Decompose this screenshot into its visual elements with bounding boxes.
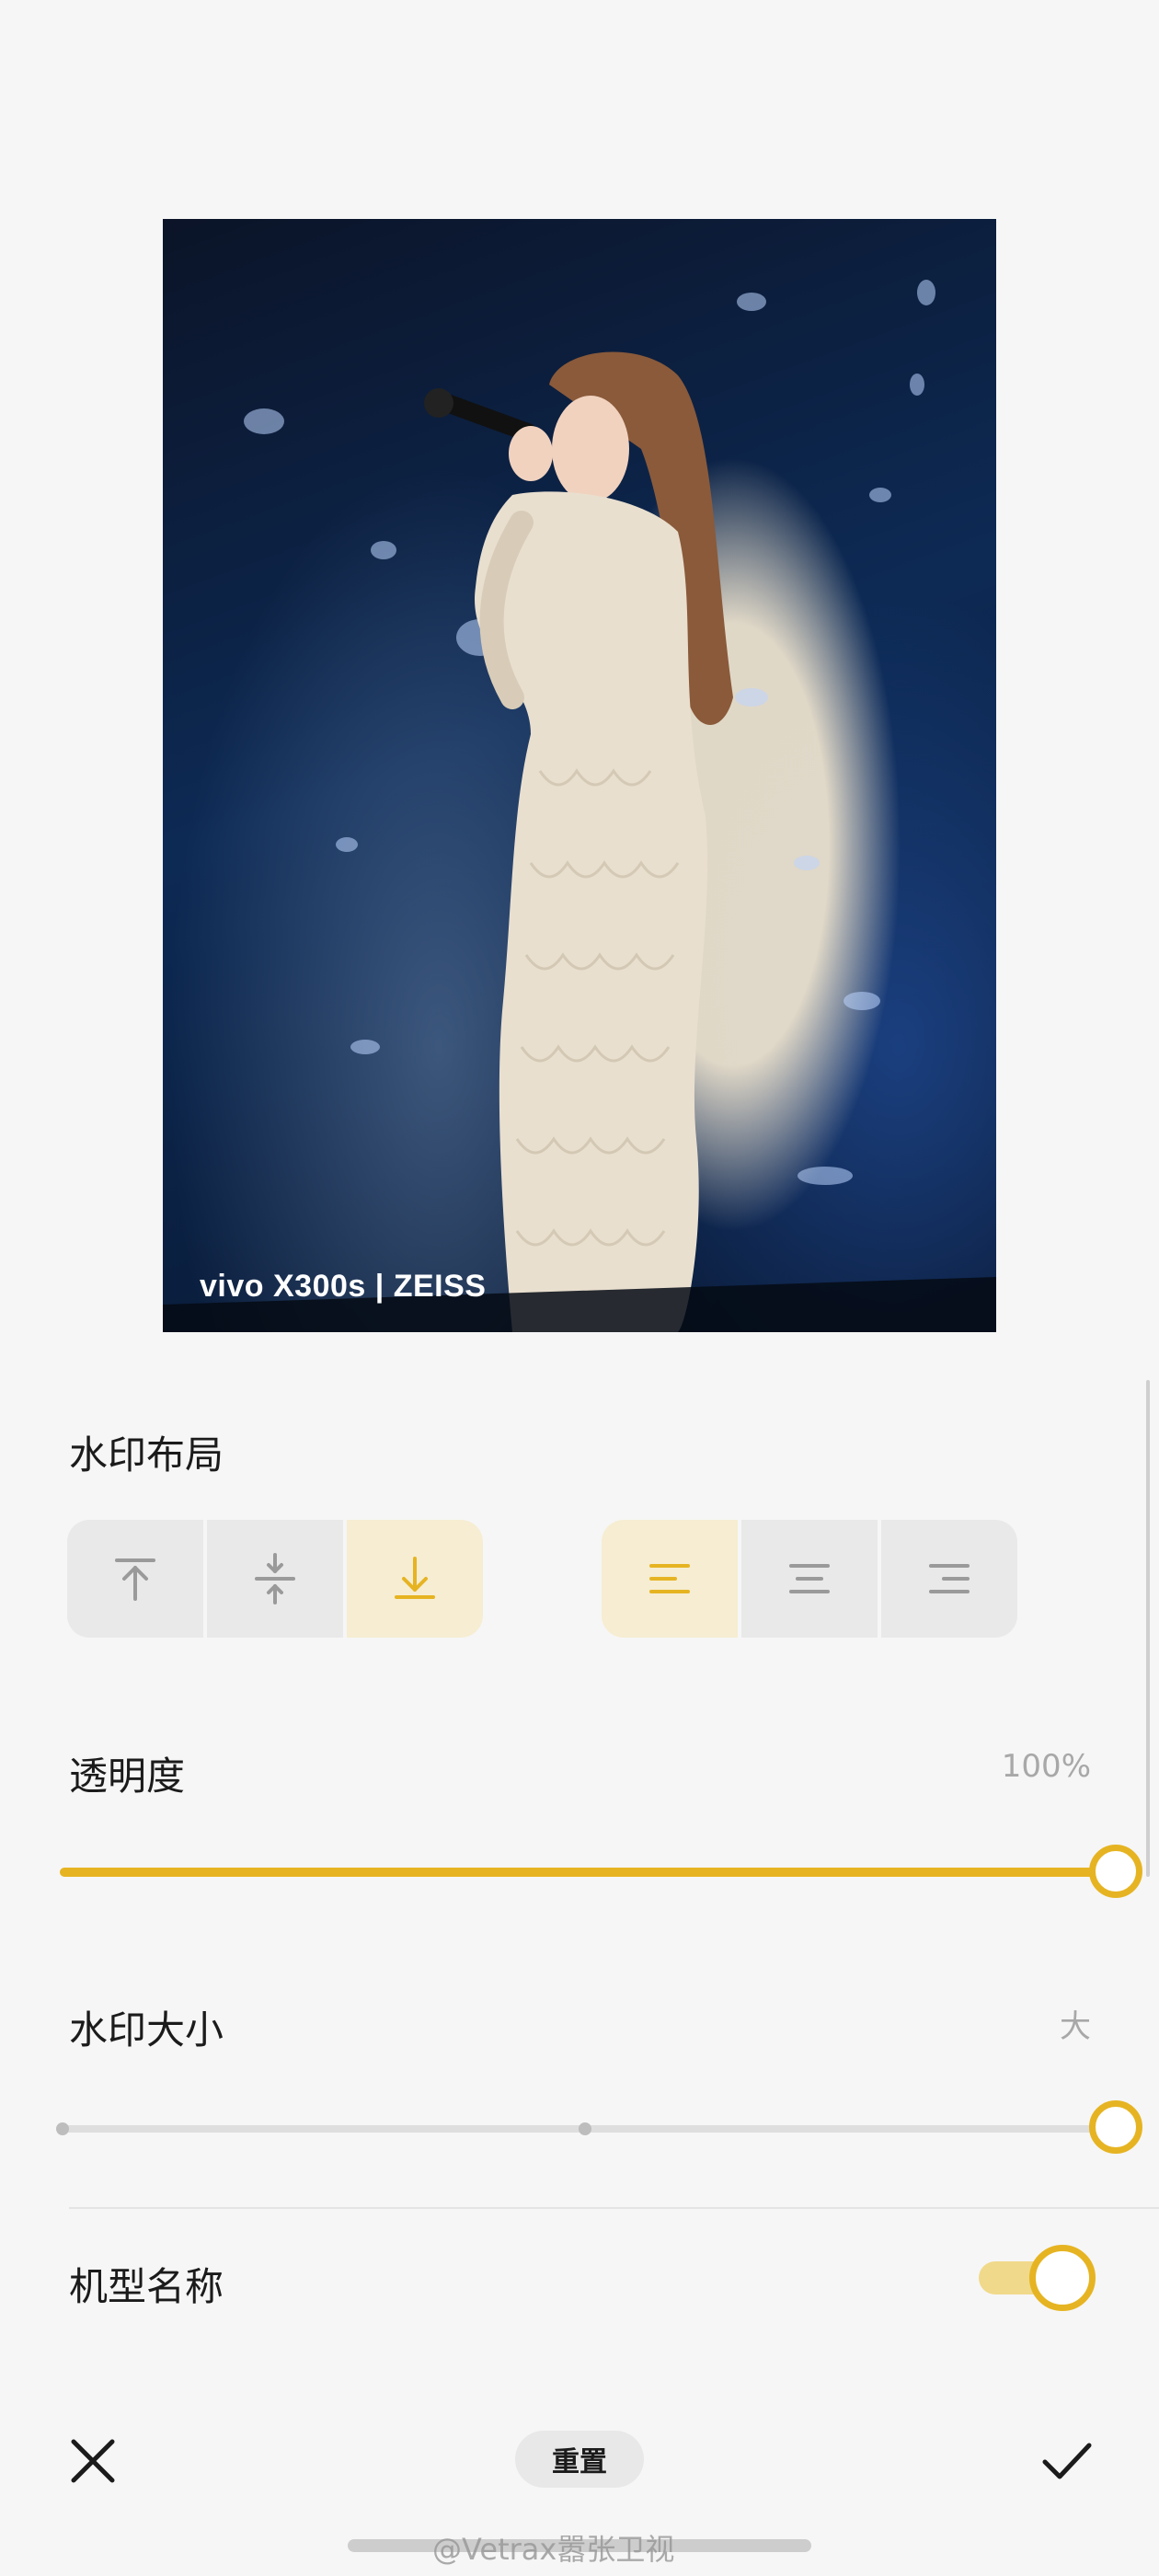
align-middle-button[interactable]	[207, 1520, 343, 1638]
watermark-credit: @Vetrax嚣张卫视	[432, 2532, 675, 2567]
reset-button[interactable]: 重置	[515, 2431, 644, 2488]
align-right-button[interactable]	[881, 1520, 1017, 1638]
text-align-right-icon	[929, 1564, 970, 1593]
horizontal-alignment-group	[602, 1520, 1017, 1638]
cancel-button[interactable]	[68, 2436, 118, 2486]
size-step-dot-small	[56, 2122, 69, 2135]
size-value: 大	[1060, 2008, 1091, 2045]
size-step-dot-medium	[579, 2122, 591, 2135]
confirm-button[interactable]	[1039, 2436, 1095, 2486]
watermark-text: vivo X300s | ZEISS	[200, 1269, 487, 1304]
model-name-toggle[interactable]	[979, 2245, 1096, 2311]
singer-illustration	[163, 280, 996, 1332]
align-bottom-button[interactable]	[347, 1520, 483, 1638]
text-align-center-icon	[789, 1564, 830, 1593]
size-slider-thumb[interactable]	[1089, 2100, 1142, 2154]
size-title: 水印大小	[69, 2007, 224, 2053]
opacity-slider-track[interactable]	[60, 1868, 1116, 1877]
align-left-button[interactable]	[602, 1520, 738, 1638]
scrollbar[interactable]	[1146, 1380, 1150, 1877]
align-center-button[interactable]	[741, 1520, 878, 1638]
text-align-left-icon	[649, 1564, 690, 1593]
align-top-button[interactable]	[67, 1520, 203, 1638]
align-bottom-icon	[395, 1557, 435, 1599]
align-top-icon	[115, 1558, 155, 1601]
photo-preview: vivo X300s | ZEISS	[163, 219, 996, 1332]
align-middle-icon	[255, 1553, 295, 1604]
checkmark-icon	[1042, 2443, 1092, 2479]
close-icon	[71, 2439, 115, 2483]
model-name-title: 机型名称	[69, 2264, 224, 2309]
toggle-knob	[1029, 2245, 1096, 2311]
layout-section-title: 水印布局	[69, 1432, 224, 1478]
opacity-slider-thumb[interactable]	[1089, 1845, 1142, 1898]
opacity-value: 100%	[1001, 1748, 1091, 1785]
vertical-position-group	[67, 1520, 483, 1638]
section-divider	[69, 2207, 1159, 2209]
opacity-title: 透明度	[69, 1754, 186, 1799]
